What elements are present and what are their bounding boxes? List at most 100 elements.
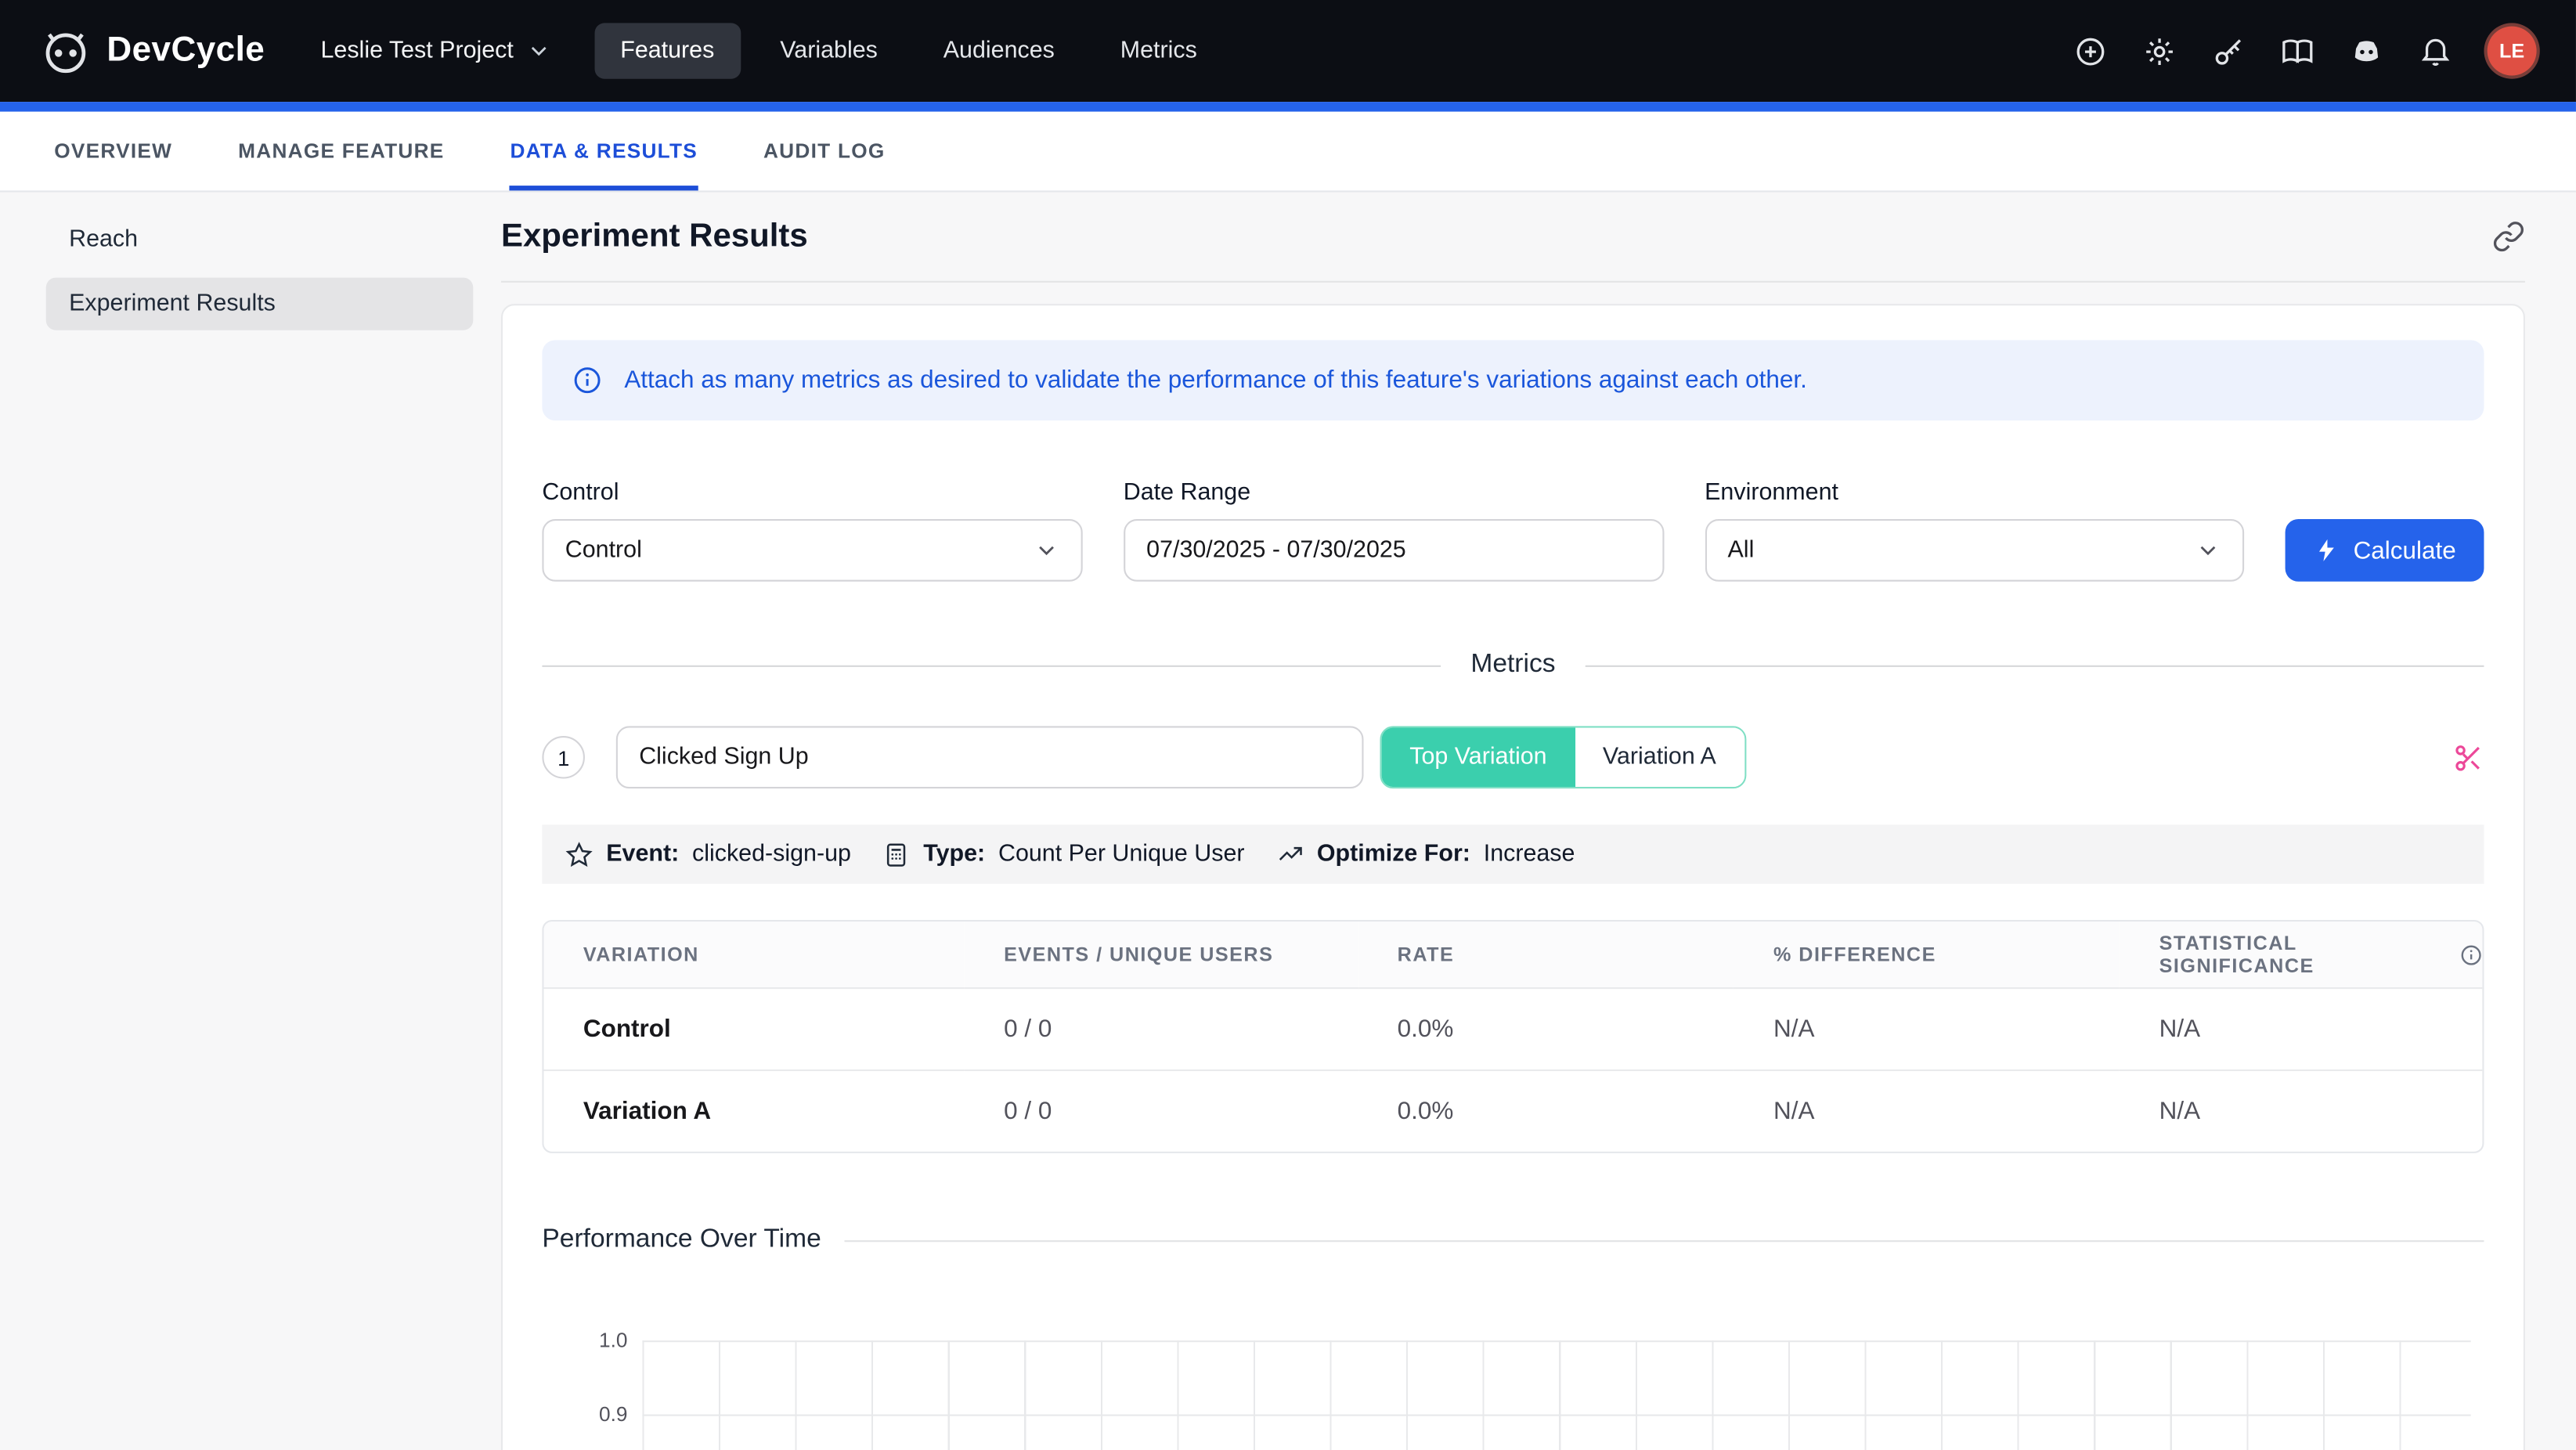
navbar-actions: LE <box>2073 27 2537 76</box>
date-range-filter: Date Range <box>1124 480 1664 582</box>
plus-circle-icon[interactable] <box>2073 34 2108 68</box>
metric-row: 1 Top Variation Variation A <box>542 726 2484 788</box>
tab-overview[interactable]: OVERVIEW <box>54 112 172 191</box>
main-panel: Experiment Results Attach as many metric… <box>501 192 2525 1450</box>
nav-item-features[interactable]: Features <box>594 23 741 78</box>
optimize-value: Increase <box>1484 841 1575 867</box>
trending-up-icon <box>1275 840 1304 868</box>
results-sidebar: Reach Experiment Results <box>0 192 501 341</box>
header-significance-label: STATISTICAL SIGNIFICANCE <box>2159 932 2448 978</box>
performance-section-header: Performance Over Time <box>542 1225 2484 1255</box>
project-name: Leslie Test Project <box>321 38 514 64</box>
event-value: clicked-sign-up <box>692 841 851 867</box>
environment-select-value: All <box>1728 537 1755 564</box>
cell-rate: 0.0% <box>1358 1069 1734 1152</box>
devcycle-robot-icon <box>39 24 92 77</box>
cell-events: 0 / 0 <box>965 987 1358 1069</box>
metric-event-bar: Event: clicked-sign-up Type: Count Per U… <box>542 824 2484 884</box>
control-select[interactable]: Control <box>542 519 1082 582</box>
ytick-1_0: 1.0 <box>579 1329 628 1351</box>
main-nav: Features Variables Audiences Metrics <box>594 23 1224 78</box>
banner-text: Attach as many metrics as desired to val… <box>624 366 1807 395</box>
gridline-1_0 <box>642 1340 2470 1342</box>
date-range-label: Date Range <box>1124 480 1664 507</box>
nav-item-variables[interactable]: Variables <box>754 23 904 78</box>
link-icon[interactable] <box>2492 220 2525 253</box>
filters-row: Control Control Date Range Environment <box>542 480 2484 582</box>
performance-divider-line <box>844 1239 2484 1241</box>
type-group: Type: Count Per Unique User <box>882 840 1245 868</box>
cell-events: 0 / 0 <box>965 1069 1358 1152</box>
metrics-divider: Metrics <box>542 651 2484 680</box>
cell-difference: N/A <box>1734 987 2120 1069</box>
variation-segmented-control: Top Variation Variation A <box>1380 726 1745 788</box>
calculate-label: Calculate <box>2354 536 2456 564</box>
discord-icon[interactable] <box>2349 34 2383 68</box>
header-difference: % DIFFERENCE <box>1734 922 2120 987</box>
table-header-row: VARIATION EVENTS / UNIQUE USERS RATE % D… <box>544 922 2483 987</box>
content-area: Reach Experiment Results Experiment Resu… <box>0 192 2576 1450</box>
divider-line-right <box>1585 665 2484 666</box>
app-viewport: DevCycle Leslie Test Project Features Va… <box>0 0 2576 1450</box>
performance-title: Performance Over Time <box>542 1225 821 1255</box>
ytick-0_9: 0.9 <box>579 1403 628 1426</box>
nav-item-audiences[interactable]: Audiences <box>917 23 1081 78</box>
devcycle-logo[interactable]: DevCycle <box>39 24 265 77</box>
key-icon[interactable] <box>2211 34 2246 68</box>
avatar[interactable]: LE <box>2488 27 2537 76</box>
nav-item-metrics[interactable]: Metrics <box>1094 23 1223 78</box>
bell-icon[interactable] <box>2419 34 2453 68</box>
header-significance: STATISTICAL SIGNIFICANCE <box>2120 922 2482 987</box>
calculate-button[interactable]: Calculate <box>2286 519 2484 582</box>
results-table: VARIATION EVENTS / UNIQUE USERS RATE % D… <box>542 920 2484 1153</box>
metric-index-badge: 1 <box>542 736 585 779</box>
tab-audit-log[interactable]: AUDIT LOG <box>763 112 886 191</box>
book-icon[interactable] <box>2280 34 2314 68</box>
tab-manage-feature[interactable]: MANAGE FEATURE <box>238 112 444 191</box>
date-range-input[interactable] <box>1124 519 1664 582</box>
segment-top-variation[interactable]: Top Variation <box>1382 728 1575 788</box>
feature-tabbar: OVERVIEW MANAGE FEATURE DATA & RESULTS A… <box>0 112 2576 193</box>
event-group: Event: clicked-sign-up <box>565 840 851 868</box>
table-row-variation-a: Variation A 0 / 0 0.0% N/A N/A <box>544 1069 2483 1152</box>
star-icon <box>565 840 593 868</box>
main-header: Experiment Results <box>501 192 2525 282</box>
metrics-divider-label: Metrics <box>1470 651 1555 680</box>
header-rate: RATE <box>1358 922 1734 987</box>
environment-select[interactable]: All <box>1705 519 2245 582</box>
event-label: Event: <box>606 841 679 867</box>
cell-difference: N/A <box>1734 1069 2120 1152</box>
cell-rate: 0.0% <box>1358 987 1734 1069</box>
project-selector[interactable]: Leslie Test Project <box>321 38 552 64</box>
type-label: Type: <box>923 841 985 867</box>
gear-icon[interactable] <box>2142 34 2177 68</box>
segment-variation-a[interactable]: Variation A <box>1575 728 1744 788</box>
info-banner: Attach as many metrics as desired to val… <box>542 340 2484 420</box>
environment-filter: Environment All <box>1705 480 2245 582</box>
environment-label: Environment <box>1705 480 2245 507</box>
header-variation: VARIATION <box>544 922 965 987</box>
chart-grid: 1.0 0.9 <box>642 1340 2470 1450</box>
sidebar-item-reach[interactable]: Reach <box>46 214 474 266</box>
cell-significance: N/A <box>2120 987 2482 1069</box>
chevron-down-icon <box>2195 537 2222 564</box>
optimize-group: Optimize For: Increase <box>1275 840 1575 868</box>
accent-bar <box>0 102 2576 112</box>
info-icon[interactable] <box>2459 942 2482 966</box>
info-icon <box>572 365 603 396</box>
tab-data-results[interactable]: DATA & RESULTS <box>510 112 698 191</box>
control-filter: Control Control <box>542 480 1082 582</box>
page-title: Experiment Results <box>501 218 808 255</box>
type-value: Count Per Unique User <box>998 841 1245 867</box>
lightning-icon <box>2314 537 2340 564</box>
cell-significance: N/A <box>2120 1069 2482 1152</box>
control-select-value: Control <box>565 537 642 564</box>
chevron-down-icon <box>525 38 552 64</box>
chevron-down-icon <box>1033 537 1059 564</box>
scissors-icon[interactable] <box>2453 741 2484 773</box>
calculator-icon <box>882 840 911 868</box>
metric-name-input[interactable] <box>616 726 1364 788</box>
experiment-results-card: Attach as many metrics as desired to val… <box>501 304 2525 1450</box>
sidebar-item-experiment-results[interactable]: Experiment Results <box>46 278 474 330</box>
brand-name: DevCycle <box>106 31 265 70</box>
